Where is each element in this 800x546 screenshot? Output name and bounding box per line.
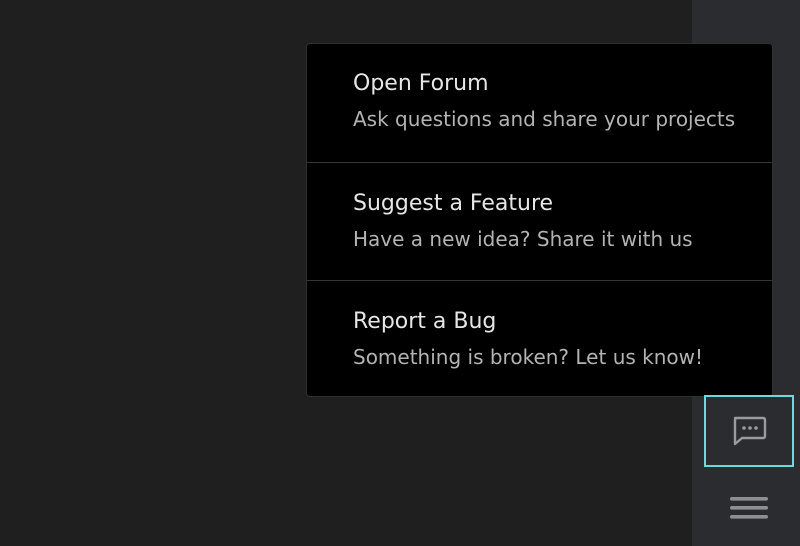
menu-item-open-forum[interactable]: Open Forum Ask questions and share your … — [307, 44, 772, 162]
menu-item-description: Something is broken? Let us know! — [353, 345, 704, 369]
chat-bubble-ellipsis-icon — [733, 416, 767, 446]
menu-item-title: Suggest a Feature — [353, 191, 554, 216]
menu-item-title: Report a Bug — [353, 309, 497, 334]
menu-item-title: Open Forum — [353, 71, 489, 96]
feedback-popup-menu: Open Forum Ask questions and share your … — [306, 43, 773, 397]
menu-item-description: Have a new idea? Share it with us — [353, 227, 693, 251]
menu-item-description: Ask questions and share your projects — [353, 107, 736, 131]
menu-item-suggest-feature[interactable]: Suggest a Feature Have a new idea? Share… — [307, 162, 772, 280]
hamburger-menu-button[interactable] — [704, 478, 794, 538]
menu-item-report-bug[interactable]: Report a Bug Something is broken? Let us… — [307, 280, 772, 396]
feedback-button[interactable] — [704, 395, 794, 467]
hamburger-menu-icon — [730, 497, 768, 519]
